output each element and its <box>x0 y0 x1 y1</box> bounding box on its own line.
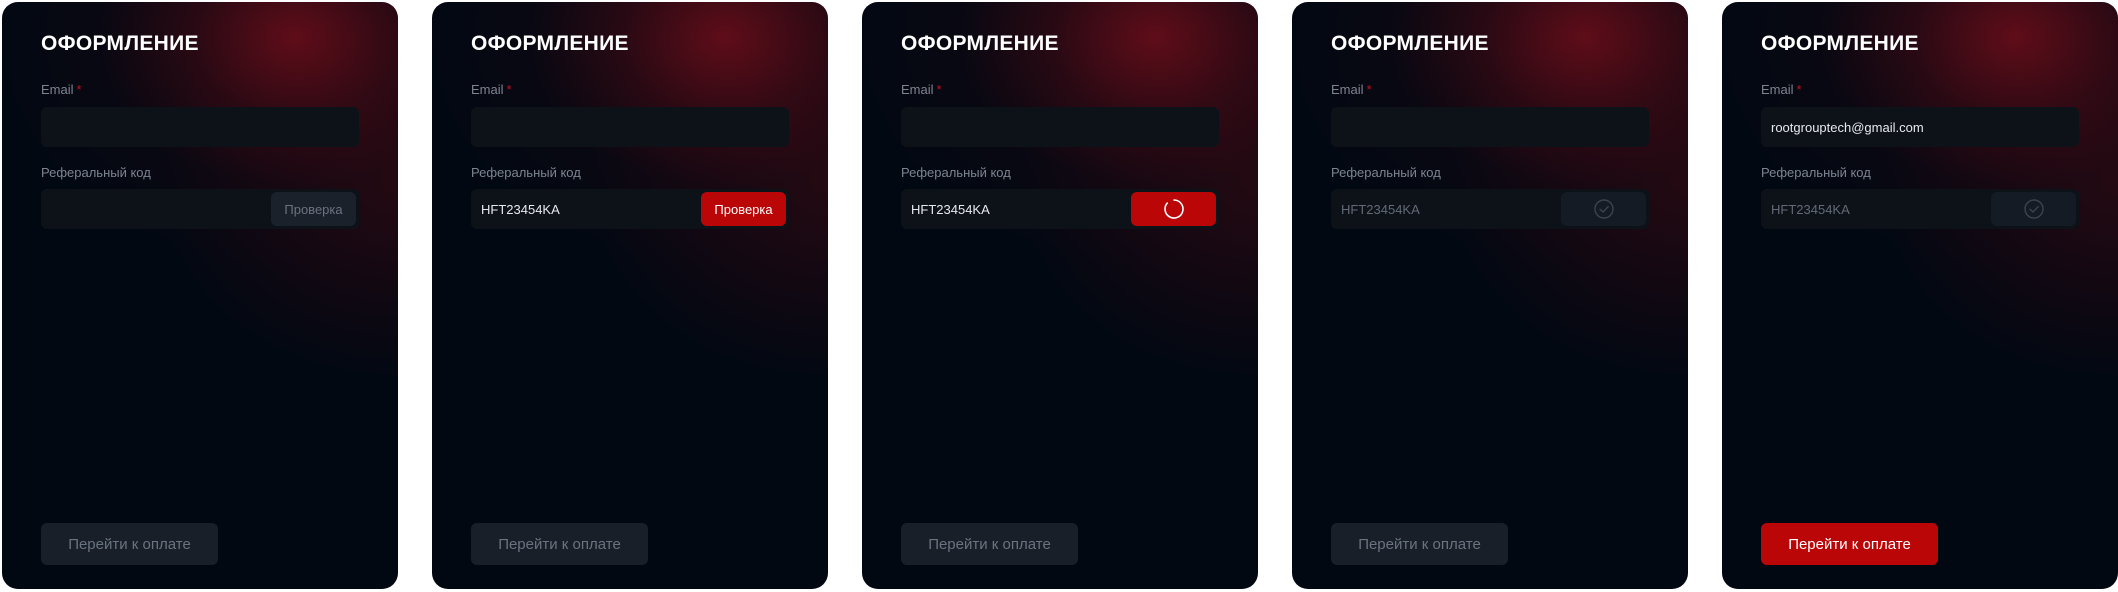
email-label: Email * <box>1331 82 1372 98</box>
email-label-text: Email <box>1331 82 1364 97</box>
card-title: ОФОРМЛЕНИЕ <box>1331 32 1489 55</box>
referral-code-field[interactable]: HFT23454KA <box>901 189 1219 229</box>
check-code-button <box>1561 192 1646 226</box>
referral-code-value: HFT23454KA <box>1771 201 1850 217</box>
email-label: Email * <box>41 82 82 98</box>
email-field[interactable] <box>41 107 359 147</box>
email-label-text: Email <box>901 82 934 97</box>
referral-label: Реферальный код <box>901 165 1011 180</box>
required-star: * <box>76 82 82 97</box>
required-star: * <box>506 82 512 97</box>
go-to-payment-button[interactable]: Перейти к оплате <box>471 523 648 565</box>
required-star: * <box>1796 82 1802 97</box>
check-circle-icon <box>1593 198 1615 220</box>
card-title: ОФОРМЛЕНИЕ <box>901 32 1059 55</box>
required-star: * <box>1366 82 1372 97</box>
check-code-button[interactable]: Проверка <box>701 192 786 226</box>
checkout-card-checking: ОФОРМЛЕНИЕ Email * Реферальный код HFT234… <box>862 2 1258 589</box>
referral-code-field: HFT23454KA <box>1761 189 2079 229</box>
check-code-button <box>1991 192 2076 226</box>
email-label-text: Email <box>1761 82 1794 97</box>
check-circle-icon <box>2023 198 2045 220</box>
email-field[interactable] <box>471 107 789 147</box>
referral-label: Реферальный код <box>41 165 151 180</box>
email-label-text: Email <box>471 82 504 97</box>
referral-code-value: HFT23454KA <box>1341 201 1420 217</box>
email-value: rootgrouptech@gmail.com <box>1771 119 1924 135</box>
email-field[interactable]: rootgrouptech@gmail.com <box>1761 107 2079 147</box>
go-to-payment-button[interactable]: Перейти к оплате <box>1331 523 1508 565</box>
email-label: Email * <box>471 82 512 98</box>
checkout-card-ready: ОФОРМЛЕНИЕ Email * rootgrouptech@gmail.co… <box>1722 2 2118 589</box>
go-to-payment-button[interactable]: Перейти к оплате <box>41 523 218 565</box>
referral-code-field: HFT23454KA <box>1331 189 1649 229</box>
email-field[interactable] <box>1331 107 1649 147</box>
card-title: ОФОРМЛЕНИЕ <box>41 32 199 55</box>
referral-code-value: HFT23454KA <box>481 201 560 217</box>
email-label-text: Email <box>41 82 74 97</box>
referral-code-field[interactable]: HFT23454KA Проверка <box>471 189 789 229</box>
referral-code-field[interactable]: Проверка <box>41 189 359 229</box>
referral-label: Реферальный код <box>1761 165 1871 180</box>
required-star: * <box>936 82 942 97</box>
check-code-button[interactable]: Проверка <box>271 192 356 226</box>
email-field[interactable] <box>901 107 1219 147</box>
checkout-card-code-entered: ОФОРМЛЕНИЕ Email * Реферальный код HFT234… <box>432 2 828 589</box>
referral-label: Реферальный код <box>1331 165 1441 180</box>
checkout-card-empty: ОФОРМЛЕНИЕ Email * Реферальный код Провер… <box>2 2 398 589</box>
referral-label: Реферальный код <box>471 165 581 180</box>
check-code-button[interactable] <box>1131 192 1216 226</box>
go-to-payment-button[interactable]: Перейти к оплате <box>901 523 1078 565</box>
card-title: ОФОРМЛЕНИЕ <box>471 32 629 55</box>
spinner-icon <box>1163 198 1185 220</box>
checkout-card-code-verified: ОФОРМЛЕНИЕ Email * Реферальный код HFT234… <box>1292 2 1688 589</box>
email-label: Email * <box>901 82 942 98</box>
email-label: Email * <box>1761 82 1802 98</box>
referral-code-value: HFT23454KA <box>911 201 990 217</box>
go-to-payment-button[interactable]: Перейти к оплате <box>1761 523 1938 565</box>
card-title: ОФОРМЛЕНИЕ <box>1761 32 1919 55</box>
